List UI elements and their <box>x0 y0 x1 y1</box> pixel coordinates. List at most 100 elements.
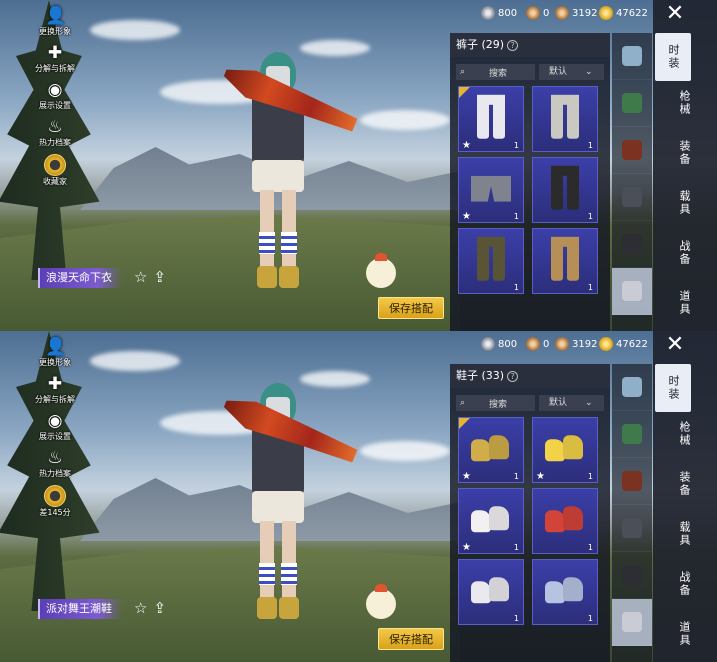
category-tab[interactable] <box>612 33 652 80</box>
nav-tab[interactable]: 时装 <box>655 364 691 412</box>
search-label: 搜索 <box>489 68 508 79</box>
inventory-item[interactable]: ★ 1 <box>458 86 524 152</box>
save-outfit-button[interactable]: 保存搭配 <box>378 628 444 650</box>
nav-tab[interactable]: 载具 <box>655 190 691 216</box>
left-menu-item[interactable]: ♨ 热力档案 <box>30 448 80 485</box>
left-menu-label: 差145分 <box>39 508 71 517</box>
category-tab[interactable] <box>612 599 652 646</box>
currency-value: 800 <box>498 7 518 19</box>
favorite-star-icon[interactable]: ★ <box>462 542 471 553</box>
inventory-item[interactable]: 1 <box>532 228 598 294</box>
inventory-item[interactable]: 1 <box>458 559 524 625</box>
currency-2: 3192 <box>555 337 597 351</box>
nav-tab[interactable]: 道具 <box>655 290 691 316</box>
search-input[interactable]: ⌕ 搜索 <box>456 64 535 80</box>
sort-label: 默认 <box>549 398 568 408</box>
item-count: 1 <box>513 212 519 221</box>
help-icon[interactable]: ? <box>507 39 519 51</box>
left-menu-item[interactable]: 👤 更换形象 <box>30 6 80 43</box>
left-menu-label: 分解与拆解 <box>35 395 75 404</box>
category-column <box>612 33 652 331</box>
left-menu-item[interactable]: 👤 更换形象 <box>30 337 80 374</box>
category-tab[interactable] <box>612 127 652 174</box>
left-menu-item[interactable]: ♨ 热力档案 <box>30 117 80 154</box>
item-name-banner: 浪漫天命下衣 <box>38 268 122 288</box>
inventory-item[interactable]: ★ 1 <box>458 417 524 483</box>
search-icon: ⌕ <box>460 398 466 408</box>
inventory-item[interactable]: 1 <box>532 157 598 223</box>
left-menu-label: 分解与拆解 <box>35 64 75 73</box>
item-count: 1 <box>587 212 593 221</box>
emote-icon <box>622 46 642 66</box>
share-icon[interactable]: ⇪ <box>153 268 166 286</box>
favorite-star-icon[interactable]: ★ <box>462 211 471 222</box>
nav-tab[interactable]: 枪械 <box>655 421 691 447</box>
helmet-icon <box>622 187 642 207</box>
inventory-item[interactable]: 1 <box>532 488 598 554</box>
nav-tab[interactable]: 道具 <box>655 621 691 647</box>
left-menu-item[interactable]: ✚ 分解与拆解 <box>30 374 80 411</box>
search-input[interactable]: ⌕ 搜索 <box>456 395 535 411</box>
item-count: 1 <box>513 614 519 623</box>
panel-header: 裤子 (29) ? <box>450 33 610 57</box>
share-icon[interactable]: ⇪ <box>153 599 166 617</box>
nav-tab[interactable]: 枪械 <box>655 90 691 116</box>
currency-value: 47622 <box>616 338 648 350</box>
category-tab[interactable] <box>612 411 652 458</box>
left-menu-item[interactable]: 差145分 <box>30 485 80 522</box>
category-tab[interactable] <box>612 552 652 599</box>
left-menu-label: 展示设置 <box>39 101 71 110</box>
chevron-down-icon: ⌄ <box>585 67 593 77</box>
favorite-star-icon[interactable]: ☆ <box>134 599 147 617</box>
category-tab[interactable] <box>612 221 652 268</box>
player-character[interactable] <box>222 52 332 292</box>
nav-tab[interactable]: 时装 <box>655 33 691 81</box>
category-tab[interactable] <box>612 268 652 315</box>
nav-tab[interactable]: 装备 <box>655 140 691 166</box>
category-tab[interactable] <box>612 505 652 552</box>
inventory-item[interactable]: 1 <box>532 86 598 152</box>
inventory-item[interactable]: 1 <box>458 228 524 294</box>
category-tab[interactable] <box>612 458 652 505</box>
sort-dropdown[interactable]: 默认 ⌄ <box>539 64 604 80</box>
sort-dropdown[interactable]: 默认 ⌄ <box>539 395 604 411</box>
currency-value: 47622 <box>616 7 648 19</box>
category-tab[interactable] <box>612 174 652 221</box>
uc-coin-icon <box>555 337 569 351</box>
hat-icon <box>622 140 642 160</box>
inventory-item[interactable]: ★ 1 <box>532 417 598 483</box>
left-menu-item[interactable]: 收藏家 <box>30 154 80 191</box>
inventory-item[interactable]: 1 <box>532 559 598 625</box>
item-count: 1 <box>513 543 519 552</box>
category-tab[interactable] <box>612 80 652 127</box>
favorite-star-icon[interactable]: ★ <box>536 471 545 482</box>
category-tab[interactable] <box>612 364 652 411</box>
favorite-star-icon[interactable]: ★ <box>462 140 471 151</box>
collector-badge-icon <box>44 485 66 507</box>
left-menu-item[interactable]: ◉ 展示设置 <box>30 411 80 448</box>
player-character[interactable] <box>222 383 332 623</box>
nav-tab[interactable]: 装备 <box>655 471 691 497</box>
left-menu-label: 展示设置 <box>39 432 71 441</box>
nav-tab[interactable]: 载具 <box>655 521 691 547</box>
help-icon[interactable]: ? <box>507 370 519 382</box>
favorite-star-icon[interactable]: ☆ <box>134 268 147 286</box>
close-icon[interactable]: ✕ <box>655 0 695 28</box>
favorite-star-icon[interactable]: ★ <box>462 471 471 482</box>
currency-2: 3192 <box>555 6 597 20</box>
left-menu-item[interactable]: ◉ 展示设置 <box>30 80 80 117</box>
inventory-item[interactable]: ★ 1 <box>458 157 524 223</box>
shoes-icon <box>622 612 642 632</box>
nav-tab[interactable]: 战备 <box>655 240 691 266</box>
currency-value: 0 <box>543 338 550 350</box>
left-menu-item[interactable]: ✚ 分解与拆解 <box>30 43 80 80</box>
parachute-icon <box>622 93 642 113</box>
inventory-item[interactable]: ★ 1 <box>458 488 524 554</box>
currency-value: 800 <box>498 338 518 350</box>
nav-tab[interactable]: 战备 <box>655 571 691 597</box>
bronze-coin-icon <box>526 6 540 20</box>
save-outfit-button[interactable]: 保存搭配 <box>378 297 444 319</box>
uc-coin-icon <box>555 6 569 20</box>
bronze-coin-icon <box>526 337 540 351</box>
close-icon[interactable]: ✕ <box>655 331 695 359</box>
